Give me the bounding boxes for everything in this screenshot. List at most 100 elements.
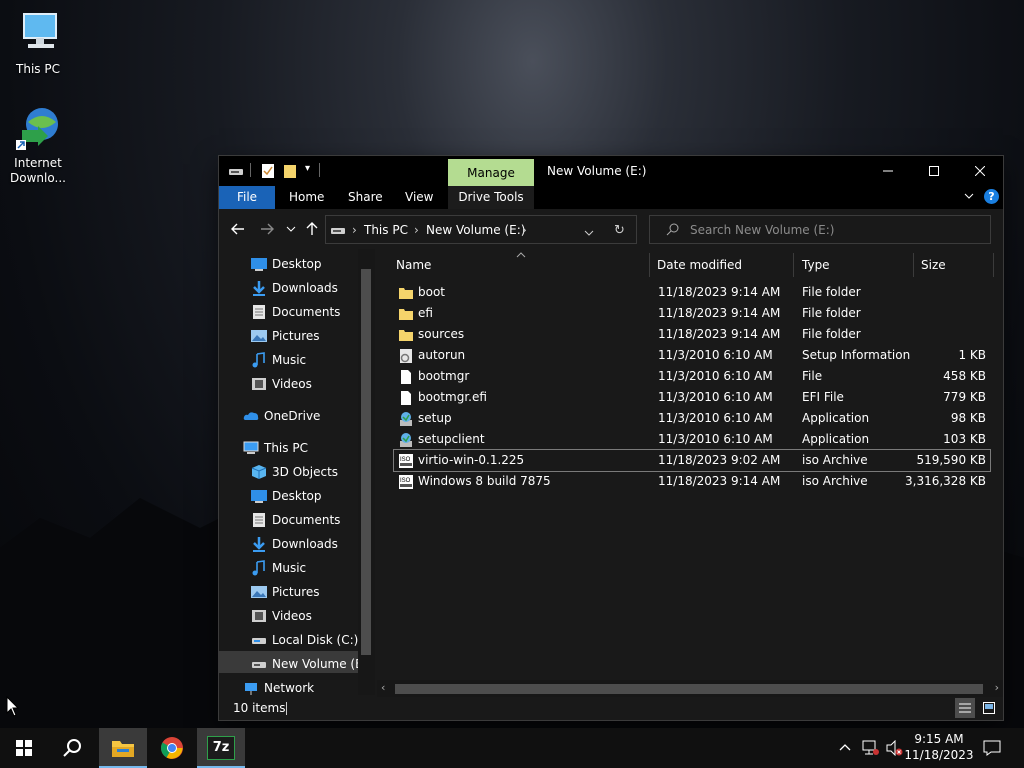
downloads-icon [251, 536, 267, 552]
taskbar-file-explorer[interactable] [99, 728, 147, 768]
nav-item-videos[interactable]: Videos [251, 373, 361, 395]
refresh-icon[interactable]: ↻ [614, 223, 625, 238]
search-placeholder: Search New Volume (E:) [690, 223, 835, 237]
column-separator[interactable] [913, 253, 914, 277]
breadcrumb-this-pc[interactable]: This PC [364, 223, 408, 237]
up-button[interactable] [302, 219, 322, 239]
customize-quick-access-chevron-icon[interactable]: ▾ [305, 163, 310, 179]
application-icon [398, 411, 414, 427]
search-box[interactable]: Search New Volume (E:) [649, 215, 991, 244]
tab-share[interactable]: Share [348, 186, 383, 209]
up-arrow-icon [306, 222, 318, 235]
recent-locations-button[interactable] [281, 219, 301, 239]
file-row-bootmgr-efi[interactable]: bootmgr.efi 11/3/2010 6:10 AM EFI File 7… [394, 387, 990, 408]
item-count: 10 items [233, 701, 286, 715]
file-row-setup[interactable]: setup 11/3/2010 6:10 AM Application 98 K… [394, 408, 990, 429]
tab-home[interactable]: Home [289, 186, 324, 209]
nav-item-desktop-pc[interactable]: Desktop [251, 485, 361, 507]
nav-item-downloads[interactable]: Downloads [251, 277, 361, 299]
nav-item-network[interactable]: Network [243, 677, 361, 695]
search-button[interactable] [48, 728, 96, 768]
videos-icon [251, 376, 267, 392]
column-separator[interactable] [993, 253, 994, 277]
nav-item-documents[interactable]: Documents [251, 301, 361, 323]
scroll-left-icon[interactable]: ‹ [381, 681, 385, 694]
nav-item-this-pc[interactable]: This PC [243, 437, 361, 459]
nav-item-downloads-pc[interactable]: Downloads [251, 533, 361, 555]
desktop-icon-this-pc[interactable]: This PC [0, 10, 76, 77]
manage-contextual-tab[interactable]: Manage [448, 159, 534, 186]
new-folder-icon[interactable] [283, 163, 297, 179]
drive-icon [251, 656, 267, 672]
file-row-virtio-win[interactable]: ISO virtio-win-0.1.225 11/18/2023 9:02 A… [393, 449, 991, 472]
window-title: New Volume (E:) [547, 164, 647, 178]
nav-item-videos-pc[interactable]: Videos [251, 605, 361, 627]
show-hidden-icons-chevron-icon[interactable] [838, 740, 852, 757]
iso-archive-icon: ISO [398, 453, 414, 469]
desktop-icon-internet-download-manager[interactable]: Internet Downlo... [0, 104, 76, 186]
breadcrumb-new-volume[interactable]: New Volume (E:) [426, 223, 525, 237]
help-icon[interactable]: ? [984, 189, 999, 204]
scroll-right-icon[interactable]: › [995, 681, 999, 694]
breadcrumb-separator-icon: › [414, 223, 419, 237]
expand-ribbon-chevron-icon[interactable] [963, 190, 975, 205]
desktop-icon-label-line2: Downlo... [10, 171, 66, 185]
large-icons-view-button[interactable] [979, 698, 999, 718]
details-view-button[interactable] [955, 698, 975, 718]
downloads-icon [251, 280, 267, 296]
nav-item-local-disk-c[interactable]: Local Disk (C:) [251, 629, 361, 651]
7zip-label: 7z [212, 740, 230, 755]
column-separator[interactable] [793, 253, 794, 277]
maximize-button[interactable] [911, 156, 957, 186]
application-icon [398, 432, 414, 448]
file-list-horizontal-scrollbar[interactable]: ‹ › [377, 680, 1003, 697]
tab-file[interactable]: File [219, 186, 275, 209]
start-button[interactable] [0, 728, 48, 768]
horizontal-scrollbar-thumb[interactable] [395, 684, 983, 694]
file-row-efi[interactable]: efi 11/18/2023 9:14 AM File folder [394, 303, 990, 324]
file-row-bootmgr[interactable]: bootmgr 11/3/2010 6:10 AM File 458 KB [394, 366, 990, 387]
back-button[interactable] [228, 219, 248, 239]
nav-pane-scrollbar[interactable] [358, 249, 375, 695]
address-bar[interactable]: › This PC › New Volume (E:) › ↻ [325, 215, 637, 244]
nav-item-new-volume-e[interactable]: New Volume (E:) [251, 653, 371, 675]
nav-item-desktop[interactable]: Desktop [251, 253, 361, 275]
column-header-type[interactable]: Type [802, 257, 912, 279]
nav-item-pictures[interactable]: Pictures [251, 325, 361, 347]
file-row-boot[interactable]: boot 11/18/2023 9:14 AM File folder [394, 282, 990, 303]
column-header-size[interactable]: Size [921, 257, 991, 279]
nav-item-onedrive[interactable]: OneDrive [243, 405, 361, 427]
breadcrumb-separator-icon: › [352, 223, 357, 237]
minimize-button[interactable] [865, 156, 911, 186]
system-clock[interactable]: 9:15 AM 11/18/2023 [902, 731, 976, 763]
column-header-name[interactable]: Name [396, 257, 646, 279]
pictures-icon [251, 328, 267, 344]
nav-item-music[interactable]: Music [251, 349, 361, 371]
nav-item-documents-pc[interactable]: Documents [251, 509, 361, 531]
taskbar-chrome[interactable] [148, 728, 196, 768]
column-header-date-modified[interactable]: Date modified [657, 257, 787, 279]
file-row-autorun[interactable]: autorun 11/3/2010 6:10 AM Setup Informat… [394, 345, 990, 366]
properties-icon[interactable] [261, 163, 275, 179]
nav-item-music-pc[interactable]: Music [251, 557, 361, 579]
close-button[interactable] [957, 156, 1003, 186]
nav-item-3d-objects[interactable]: 3D Objects [251, 461, 361, 483]
folder-icon [398, 327, 414, 343]
network-status-icon[interactable] [862, 740, 880, 759]
tab-view[interactable]: View [405, 186, 433, 209]
file-row-setupclient[interactable]: setupclient 11/3/2010 6:10 AM Applicatio… [394, 429, 990, 450]
taskbar-7zip[interactable]: 7z [197, 728, 245, 768]
desktop-icon [251, 256, 267, 272]
nav-item-pictures-pc[interactable]: Pictures [251, 581, 361, 603]
tab-drive-tools[interactable]: Drive Tools [448, 186, 534, 209]
notifications-icon[interactable] [983, 740, 1001, 759]
forward-button[interactable] [257, 219, 277, 239]
address-dropdown-icon[interactable] [584, 226, 594, 240]
pictures-icon [251, 584, 267, 600]
status-bar: 10 items [219, 697, 1003, 720]
column-separator[interactable] [649, 253, 650, 277]
file-row-sources[interactable]: sources 11/18/2023 9:14 AM File folder [394, 324, 990, 345]
breadcrumb-separator-icon: › [522, 223, 527, 237]
nav-pane-scrollbar-thumb[interactable] [361, 269, 371, 655]
file-row-windows-8-build[interactable]: ISO Windows 8 build 7875 11/18/2023 9:14… [394, 471, 990, 492]
